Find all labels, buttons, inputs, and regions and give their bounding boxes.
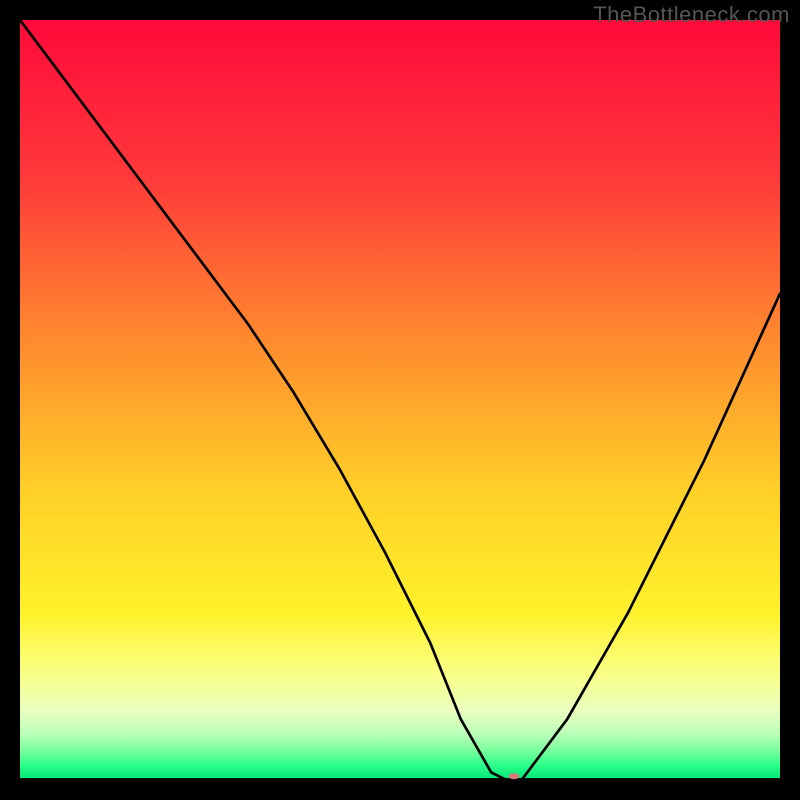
chart-frame: TheBottleneck.com: [0, 0, 800, 800]
watermark-text: TheBottleneck.com: [593, 2, 790, 28]
gradient-background: [20, 20, 780, 780]
bottleneck-chart: [20, 20, 780, 780]
optimal-point-marker: [509, 773, 520, 779]
